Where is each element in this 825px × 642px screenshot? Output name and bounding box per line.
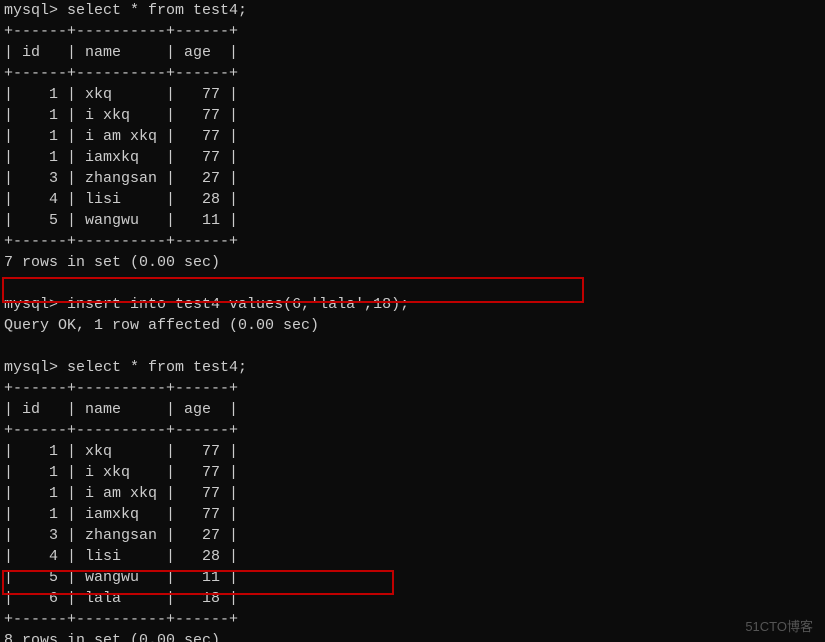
terminal-output: mysql> select * from test4; +------+----…: [4, 0, 821, 642]
table-row: | 3 | zhangsan | 27 |: [4, 170, 238, 187]
table-columns: | id | name | age |: [4, 401, 238, 418]
query-select-1: select * from test4;: [67, 2, 247, 19]
table-columns: | id | name | age |: [4, 44, 238, 61]
table-border: +------+----------+------+: [4, 23, 238, 40]
prompt: mysql>: [4, 296, 58, 313]
query-insert: insert into test4 values(6,'lala',18);: [67, 296, 409, 313]
table-border: +------+----------+------+: [4, 611, 238, 628]
query-select-2: select * from test4;: [67, 359, 247, 376]
table-row: | 6 | lala | 18 |: [4, 590, 238, 607]
table-row: | 1 | iamxkq | 77 |: [4, 149, 238, 166]
table-row: | 1 | iamxkq | 77 |: [4, 506, 238, 523]
table-row: | 4 | lisi | 28 |: [4, 548, 238, 565]
table-row: | 1 | i am xkq | 77 |: [4, 485, 238, 502]
query-ok: Query OK, 1 row affected (0.00 sec): [4, 317, 319, 334]
table-border: +------+----------+------+: [4, 233, 238, 250]
table-row: | 1 | i xkq | 77 |: [4, 464, 238, 481]
prompt: mysql>: [4, 359, 58, 376]
table-row: | 1 | xkq | 77 |: [4, 86, 238, 103]
terminal[interactable]: mysql> select * from test4; +------+----…: [0, 0, 825, 642]
table-row: | 4 | lisi | 28 |: [4, 191, 238, 208]
table-border: +------+----------+------+: [4, 380, 238, 397]
prompt: mysql>: [4, 2, 58, 19]
table-row: | 5 | wangwu | 11 |: [4, 569, 238, 586]
rows-in-set: 7 rows in set (0.00 sec): [4, 254, 220, 271]
rows-in-set: 8 rows in set (0.00 sec): [4, 632, 220, 642]
table-border: +------+----------+------+: [4, 65, 238, 82]
table-row: | 3 | zhangsan | 27 |: [4, 527, 238, 544]
table-row: | 1 | xkq | 77 |: [4, 443, 238, 460]
table-row: | 1 | i xkq | 77 |: [4, 107, 238, 124]
table-row: | 5 | wangwu | 11 |: [4, 212, 238, 229]
table-row: | 1 | i am xkq | 77 |: [4, 128, 238, 145]
watermark: 51CTO博客: [745, 618, 813, 636]
table-border: +------+----------+------+: [4, 422, 238, 439]
